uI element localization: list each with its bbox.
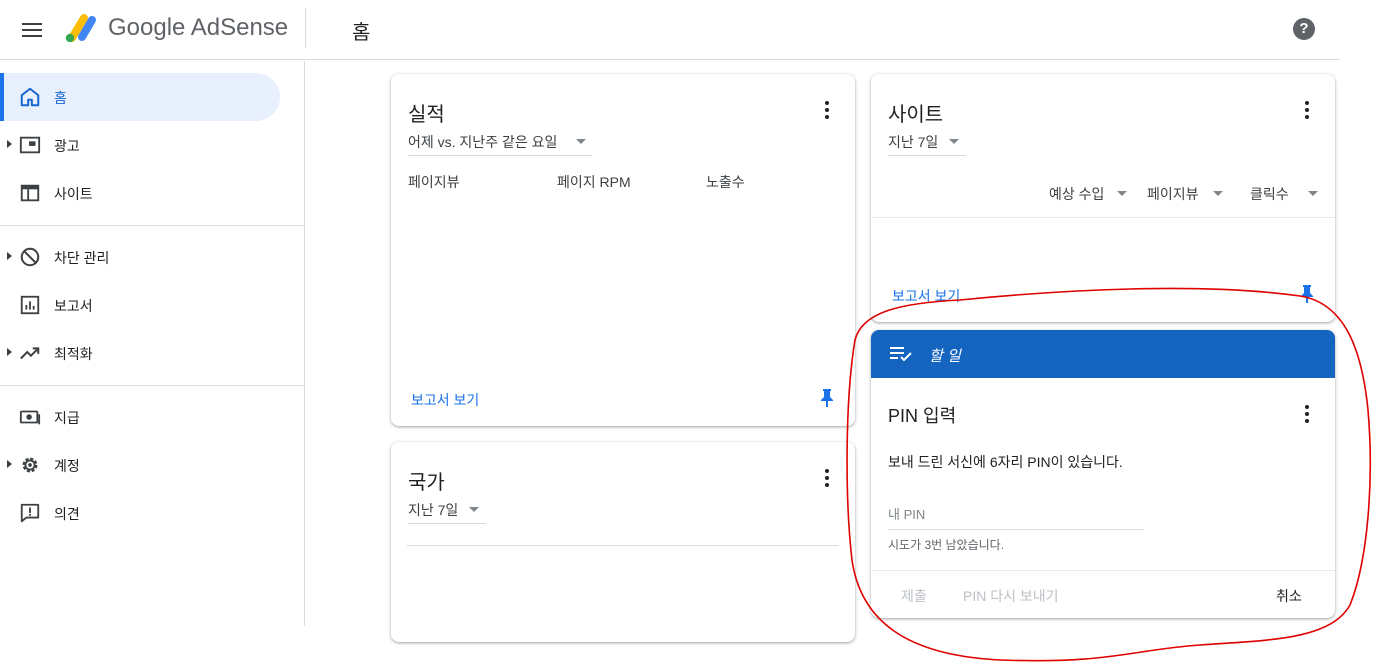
card-divider (407, 545, 839, 546)
sidebar-item-label: 홈 (54, 90, 67, 106)
sidebar-item-label: 차단 관리 (54, 250, 110, 266)
sites-card: 사이트 지난 7일 예상 수입 페이지뷰 클릭수 보고서 보기 (871, 74, 1335, 322)
todo-header: 할 일 (871, 330, 1335, 378)
expand-caret-icon[interactable] (7, 348, 12, 356)
card-divider (871, 570, 1335, 571)
sidebar-item-feedback[interactable]: 의견 (0, 489, 280, 537)
expand-caret-icon[interactable] (7, 252, 12, 260)
date-range-dropdown[interactable]: 어제 vs. 지난주 같은 요일 (408, 126, 592, 156)
dropdown-arrow-icon (1308, 191, 1318, 196)
sidebar-item-label: 광고 (54, 138, 80, 154)
menu-icon[interactable] (16, 14, 48, 46)
ads-icon (19, 136, 41, 154)
column-header-impressions: 노출수 (706, 174, 745, 190)
more-options-icon[interactable] (1295, 98, 1319, 122)
metric-label: 페이지뷰 (1147, 186, 1199, 202)
pin-field (888, 498, 1144, 530)
metric-estimated-earnings-dropdown[interactable]: 예상 수입 (1049, 182, 1131, 206)
card-title: 실적 (408, 104, 445, 126)
sidebar: 홈 광고 사이트 차단 관리 보고서 최적화 지급 계정 의견 (0, 61, 305, 626)
dropdown-value: 어제 vs. 지난주 같은 요일 (408, 134, 558, 150)
sidebar-item-sites[interactable]: 사이트 (0, 169, 280, 217)
sidebar-item-label: 보고서 (54, 298, 93, 314)
sidebar-item-label: 최적화 (54, 346, 93, 362)
sidebar-item-label: 의견 (54, 506, 80, 522)
column-header-pageviews: 페이지뷰 (408, 174, 460, 190)
sidebar-item-label: 지급 (54, 410, 80, 426)
block-icon (20, 247, 40, 267)
cancel-button[interactable]: 취소 (1276, 586, 1302, 606)
more-options-icon[interactable] (815, 98, 839, 122)
sidebar-item-label: 계정 (54, 458, 80, 474)
trending-up-icon (20, 347, 40, 360)
brand-name: Google AdSense (108, 14, 289, 41)
dropdown-arrow-icon (469, 507, 479, 512)
sidebar-item-ads[interactable]: 광고 (0, 121, 280, 169)
dropdown-arrow-icon (1117, 191, 1127, 196)
sidebar-item-home[interactable]: 홈 (0, 73, 280, 121)
submit-button[interactable]: 제출 (901, 586, 927, 606)
top-app-bar: Google AdSense 홈 ? (0, 0, 1340, 60)
todo-pin-card: 할 일 PIN 입력 보내 드린 서신에 6자리 PIN이 있습니다. 시도가 … (871, 330, 1335, 618)
sidebar-divider (0, 385, 304, 386)
checklist-icon (890, 347, 912, 362)
payments-icon (19, 410, 41, 425)
home-icon (20, 87, 40, 107)
adsense-logo-icon (62, 12, 98, 44)
dropdown-value: 지난 7일 (888, 134, 939, 150)
more-options-icon[interactable] (815, 466, 839, 490)
active-indicator (0, 73, 4, 121)
sidebar-item-payments[interactable]: 지급 (0, 393, 280, 441)
card-divider (871, 217, 1335, 218)
page-title: 홈 (352, 22, 371, 44)
performance-card: 실적 어제 vs. 지난주 같은 요일 페이지뷰 페이지 RPM 노출수 보고서… (391, 74, 855, 426)
sidebar-item-reports[interactable]: 보고서 (0, 281, 280, 329)
sidebar-item-blocking-controls[interactable]: 차단 관리 (0, 233, 280, 281)
attempts-remaining-text: 시도가 3번 남았습니다. (888, 538, 1005, 552)
resend-pin-button[interactable]: PIN 다시 보내기 (963, 586, 1059, 606)
sidebar-divider (0, 225, 304, 226)
pin-icon[interactable] (1299, 284, 1315, 304)
sidebar-item-optimization[interactable]: 최적화 (0, 329, 280, 377)
card-title: 사이트 (888, 104, 944, 126)
metric-label: 예상 수입 (1049, 186, 1105, 202)
sidebar-item-account[interactable]: 계정 (0, 441, 280, 489)
expand-caret-icon[interactable] (7, 140, 12, 148)
dropdown-arrow-icon (949, 139, 959, 144)
settings-gear-icon (22, 457, 38, 473)
view-report-link[interactable]: 보고서 보기 (892, 286, 960, 306)
sidebar-item-label: 사이트 (54, 186, 93, 202)
metric-pageviews-dropdown[interactable]: 페이지뷰 (1147, 182, 1227, 206)
card-title: PIN 입력 (888, 406, 957, 426)
expand-caret-icon[interactable] (7, 460, 12, 468)
sites-icon (20, 184, 40, 202)
header-divider (305, 8, 306, 48)
pin-description: 보내 드린 서신에 6자리 PIN이 있습니다. (888, 454, 1123, 470)
todo-header-label: 할 일 (929, 348, 961, 365)
metric-label: 클릭수 (1250, 186, 1289, 202)
help-icon[interactable]: ? (1293, 18, 1315, 40)
reports-icon (20, 295, 40, 315)
date-range-dropdown[interactable]: 지난 7일 (888, 126, 966, 156)
column-header-page-rpm: 페이지 RPM (557, 174, 631, 190)
dropdown-value: 지난 7일 (408, 502, 459, 518)
dropdown-arrow-icon (576, 139, 586, 144)
date-range-dropdown[interactable]: 지난 7일 (408, 494, 486, 524)
metric-clicks-dropdown[interactable]: 클릭수 (1250, 182, 1322, 206)
view-report-link[interactable]: 보고서 보기 (411, 390, 479, 410)
country-card: 국가 지난 7일 (391, 442, 855, 642)
pin-icon[interactable] (819, 388, 835, 408)
card-title: 국가 (408, 472, 445, 494)
dropdown-arrow-icon (1213, 191, 1223, 196)
more-options-icon[interactable] (1295, 402, 1319, 426)
feedback-icon (20, 503, 40, 523)
pin-input[interactable] (888, 502, 1144, 526)
